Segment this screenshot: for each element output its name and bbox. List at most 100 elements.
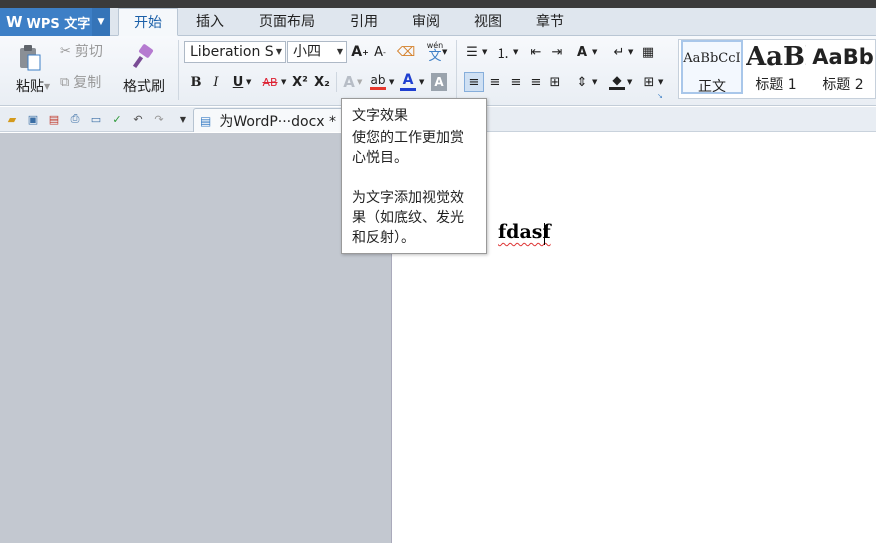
style-heading-2[interactable]: AaBb 标题 2	[810, 40, 876, 94]
strikethrough-button[interactable]: AB	[259, 72, 281, 92]
print-icon[interactable]: ⎙	[67, 111, 83, 127]
separator	[456, 40, 457, 100]
chevron-down-icon[interactable]: ▼	[357, 78, 362, 86]
export-pdf-icon[interactable]: ▤	[46, 111, 62, 127]
font-size-select[interactable]: 小四 ▼	[287, 41, 347, 63]
tab-home[interactable]: 开始	[118, 8, 178, 36]
document-text[interactable]: fdasf	[498, 221, 551, 243]
cut-button[interactable]: ✂ 剪切	[60, 41, 103, 61]
separator	[336, 72, 337, 92]
paragraph-mark-icon[interactable]: ↵	[610, 43, 628, 61]
borders-icon[interactable]: ⊞	[640, 72, 658, 92]
subscript-button[interactable]: X₂	[312, 72, 332, 92]
chevron-down-icon[interactable]: ▼	[389, 78, 394, 86]
phonetic-char: 文	[428, 48, 442, 64]
chevron-down-icon[interactable]: ▼	[592, 78, 597, 86]
cut-label: 剪切	[74, 44, 103, 60]
chevron-down-icon[interactable]: ▼	[246, 78, 251, 86]
print-preview-icon[interactable]: ▭	[88, 111, 104, 127]
tooltip-line-2: 为文字添加视觉效果（如底纹、发光和反射）。	[352, 190, 464, 246]
text-effect-tooltip: 文字效果 使您的工作更加赏心悦目。 为文字添加视觉效果（如底纹、发光和反射）。	[341, 98, 487, 254]
copy-icon: ⧉	[60, 74, 70, 90]
numbered-list-icon[interactable]: ⒈	[494, 43, 512, 62]
style-label: 标题 1	[755, 77, 797, 93]
grow-font-icon[interactable]: A +	[351, 43, 369, 61]
line-spacing-icon[interactable]: ⇕	[573, 72, 591, 92]
paragraph-settings-icon[interactable]: ↘	[657, 92, 663, 100]
text-effect-button[interactable]: A	[340, 72, 358, 92]
chevron-down-icon[interactable]: ▼	[442, 48, 447, 56]
align-right-button[interactable]: ≡	[507, 72, 525, 92]
highlight-button[interactable]: ab	[368, 70, 388, 92]
style-sample: AaBb	[812, 45, 874, 69]
chevron-down-icon[interactable]: ▼	[92, 8, 110, 36]
chevron-down-icon[interactable]: ▼	[482, 48, 487, 56]
font-family-select[interactable]: Liberation S ▼	[184, 41, 286, 63]
chevron-down-icon[interactable]: ▼	[628, 48, 633, 56]
paint-bucket-icon: ◆	[612, 72, 622, 87]
ribbon-home: 粘贴 ▼ ✂ 剪切 ⧉ 复制 格式刷 Liberation S ▼ 小四 ▼ A…	[0, 36, 876, 106]
distribute-button[interactable]: ⊞	[546, 72, 564, 92]
chevron-down-icon[interactable]: ▼	[281, 78, 286, 86]
highlighter-icon: ab	[370, 72, 386, 87]
copy-button[interactable]: ⧉ 复制	[60, 72, 101, 92]
italic-button[interactable]: I	[207, 72, 225, 92]
font-color-bar	[400, 87, 416, 91]
paste-dropdown-icon[interactable]: ▼	[44, 82, 50, 91]
chevron-down-icon[interactable]: ▼	[513, 48, 518, 56]
tab-insert[interactable]: 插入	[182, 8, 238, 36]
increase-indent-icon[interactable]: ⇥	[548, 43, 566, 61]
separator	[178, 40, 179, 100]
style-heading-1[interactable]: AaBl 标题 1	[746, 40, 806, 94]
shading-button[interactable]: ◆	[608, 70, 626, 92]
font-color-button[interactable]: A	[399, 70, 417, 92]
character-shading-button[interactable]: A	[431, 73, 447, 91]
chevron-down-icon[interactable]: ▼	[419, 78, 424, 86]
scissors-icon: ✂	[60, 43, 71, 59]
align-left-button[interactable]: ≡	[464, 72, 484, 92]
bullet-list-icon[interactable]: ☰	[463, 43, 481, 61]
chevron-down-icon[interactable]: ▼	[658, 78, 663, 86]
text-caret	[544, 223, 545, 245]
format-painter-button[interactable]: 格式刷	[118, 40, 170, 100]
tab-sections[interactable]: 章节	[524, 8, 576, 36]
brush-icon	[132, 44, 153, 69]
bold-button[interactable]: B	[187, 72, 205, 92]
paste-button[interactable]: 粘贴	[8, 40, 52, 100]
open-folder-icon[interactable]: ▰	[4, 111, 20, 127]
style-label: 正文	[698, 79, 726, 94]
undo-icon[interactable]: ↶	[130, 111, 146, 127]
superscript-button[interactable]: X²	[290, 72, 310, 92]
highlight-color-bar	[370, 86, 386, 90]
app-menu-button[interactable]: W WPS 文字 ▼	[0, 8, 110, 36]
tab-view[interactable]: 视图	[462, 8, 514, 36]
style-sample: AaBl	[746, 42, 806, 72]
chevron-down-icon: ▼	[336, 47, 344, 56]
spell-check-icon[interactable]: ✓	[109, 111, 125, 127]
decrease-indent-icon[interactable]: ⇤	[527, 43, 545, 61]
tab-review[interactable]: 审阅	[400, 8, 452, 36]
customize-toolbar-icon[interactable]: ▼	[175, 111, 191, 127]
redo-icon[interactable]: ↷	[151, 111, 167, 127]
tab-references[interactable]: 引用	[338, 8, 390, 36]
style-label: 标题 2	[822, 77, 864, 93]
underline-button[interactable]: U	[229, 72, 247, 92]
ribbon-tab-bar: W WPS 文字 ▼ 开始 插入 页面布局 引用 审阅 视图 章节	[0, 8, 876, 36]
chevron-down-icon[interactable]: ▼	[627, 78, 632, 86]
document-tab[interactable]: ▤ 为WordP···docx *	[193, 108, 353, 132]
style-normal[interactable]: AaBbCcI 正文	[681, 40, 743, 94]
font-color-icon: A	[402, 71, 414, 88]
clear-format-icon[interactable]: ⌫	[397, 43, 415, 61]
asian-layout-icon[interactable]: A	[573, 43, 591, 61]
save-icon[interactable]: ▣	[25, 111, 41, 127]
justify-button[interactable]: ≡	[527, 72, 545, 92]
tab-page-layout[interactable]: 页面布局	[246, 8, 328, 36]
table-icon[interactable]: ▦	[639, 43, 657, 61]
workspace-background	[0, 133, 391, 543]
shading-color-bar	[609, 86, 625, 90]
style-sample: AaBbCcI	[683, 51, 741, 66]
document-icon: ▤	[200, 113, 212, 128]
shrink-font-icon[interactable]: A-	[372, 43, 388, 61]
chevron-down-icon[interactable]: ▼	[592, 48, 597, 56]
align-center-button[interactable]: ≡	[486, 72, 504, 92]
